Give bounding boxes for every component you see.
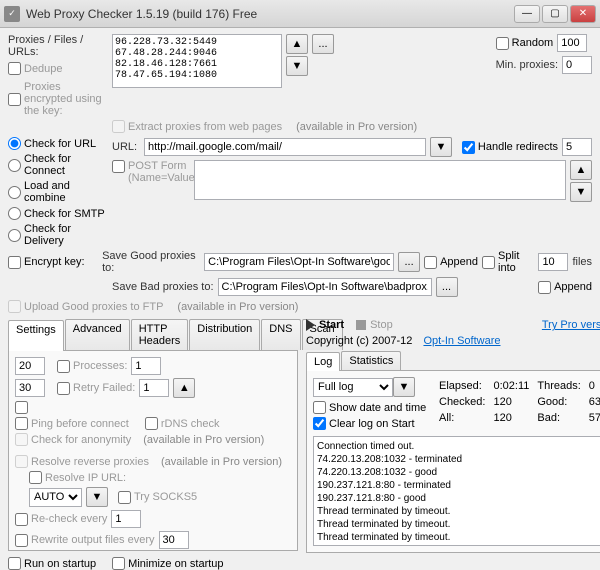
tab-settings[interactable]: Settings bbox=[8, 320, 64, 351]
log-output[interactable]: Connection timed out. 74.220.13.208:1032… bbox=[313, 436, 600, 546]
random-checkbox[interactable] bbox=[496, 37, 509, 50]
app-icon: ✓ bbox=[4, 6, 20, 22]
split-checkbox[interactable] bbox=[482, 256, 495, 269]
retry-up-button[interactable]: ▲ bbox=[173, 378, 195, 398]
url-add-button[interactable]: ▼ bbox=[430, 137, 452, 157]
upload-ftp-checkbox bbox=[8, 300, 21, 313]
bad-path-input[interactable] bbox=[218, 278, 432, 296]
recheck-val[interactable] bbox=[111, 510, 141, 528]
check-url-radio[interactable] bbox=[8, 137, 21, 150]
stop-icon bbox=[356, 320, 366, 330]
processes-checkbox[interactable] bbox=[57, 360, 70, 373]
rewrite-checkbox[interactable] bbox=[15, 534, 28, 547]
run-startup-checkbox[interactable] bbox=[8, 557, 21, 570]
dedupe-checkbox[interactable] bbox=[8, 62, 21, 75]
random-value[interactable] bbox=[557, 34, 587, 52]
minimize-startup-checkbox[interactable] bbox=[112, 557, 125, 570]
bad-browse-button[interactable]: ... bbox=[436, 277, 458, 297]
split-value[interactable] bbox=[538, 253, 568, 271]
load-combine-radio[interactable] bbox=[8, 186, 21, 199]
rdns-checkbox[interactable] bbox=[145, 417, 158, 430]
check-smtp-radio[interactable] bbox=[8, 207, 21, 220]
title-bar: ✓ Web Proxy Checker 1.5.19 (build 176) F… bbox=[0, 0, 600, 28]
settings-tabs: Settings Advanced HTTP Headers Distribut… bbox=[8, 319, 298, 351]
proxy-down-button[interactable]: ▼ bbox=[286, 56, 308, 76]
handle-redirects-checkbox[interactable] bbox=[462, 141, 475, 154]
tab-statistics[interactable]: Statistics bbox=[341, 351, 401, 370]
resolve-ip-checkbox[interactable] bbox=[29, 471, 42, 484]
tab-distribution[interactable]: Distribution bbox=[189, 319, 260, 350]
processes-val[interactable] bbox=[131, 357, 161, 375]
post-form-checkbox[interactable] bbox=[112, 160, 125, 173]
socks5-checkbox[interactable] bbox=[118, 491, 131, 504]
log-filter-down[interactable]: ▼ bbox=[393, 377, 415, 397]
tab-dns[interactable]: DNS bbox=[261, 319, 300, 350]
good-append-checkbox[interactable] bbox=[424, 256, 437, 269]
clear-log-checkbox[interactable] bbox=[313, 417, 326, 430]
tab-advanced[interactable]: Advanced bbox=[65, 319, 130, 350]
stats-table: Elapsed:0:02:11Threads:0 Checked:120Good… bbox=[437, 377, 600, 427]
minimize-button[interactable]: — bbox=[514, 5, 540, 23]
proxy-up-button[interactable]: ▲ bbox=[286, 34, 308, 54]
anon-checkbox bbox=[15, 433, 28, 446]
try-pro-link[interactable]: Try Pro version bbox=[542, 319, 600, 331]
redirects-value[interactable] bbox=[562, 138, 592, 156]
check-delivery-radio[interactable] bbox=[8, 229, 21, 242]
log-filter-select[interactable]: Full log bbox=[313, 378, 393, 397]
proxy-list[interactable]: 96.228.73.32:5449 67.48.28.244:9046 82.1… bbox=[112, 34, 282, 88]
setting-v2[interactable] bbox=[15, 379, 45, 397]
tab-log[interactable]: Log bbox=[306, 352, 340, 371]
url-input[interactable] bbox=[144, 138, 426, 156]
ping-checkbox[interactable] bbox=[15, 417, 28, 430]
encrypt-key-checkbox[interactable] bbox=[8, 256, 21, 269]
rewrite-val[interactable] bbox=[159, 531, 189, 549]
auto-select[interactable]: AUTO bbox=[29, 488, 82, 507]
good-browse-button[interactable]: ... bbox=[398, 252, 420, 272]
auto-down-button[interactable]: ▼ bbox=[86, 487, 108, 507]
resolve-rev-checkbox bbox=[15, 455, 28, 468]
show-date-checkbox[interactable] bbox=[313, 401, 326, 414]
proxies-encrypted-checkbox[interactable] bbox=[8, 93, 21, 106]
proxy-browse-button[interactable]: ... bbox=[312, 34, 334, 54]
min-proxies-value[interactable] bbox=[562, 56, 592, 74]
good-path-input[interactable] bbox=[204, 253, 394, 271]
proxies-label: Proxies / Files / URLs: bbox=[8, 34, 108, 58]
stop-button[interactable]: Stop bbox=[356, 319, 393, 331]
window-title: Web Proxy Checker 1.5.19 (build 176) Fre… bbox=[26, 7, 514, 21]
post-down-button[interactable]: ▼ bbox=[570, 182, 592, 202]
maximize-button[interactable]: ▢ bbox=[542, 5, 568, 23]
extract-proxies-checkbox bbox=[112, 120, 125, 133]
company-link[interactable]: Opt-In Software bbox=[423, 335, 500, 347]
check-connect-radio[interactable] bbox=[8, 159, 21, 172]
post-form-text[interactable] bbox=[194, 160, 566, 200]
tab-http-headers[interactable]: HTTP Headers bbox=[131, 319, 189, 350]
retry-checkbox[interactable] bbox=[57, 382, 70, 395]
blank-checkbox[interactable] bbox=[15, 401, 28, 414]
post-up-button[interactable]: ▲ bbox=[570, 160, 592, 180]
retry-val[interactable] bbox=[139, 379, 169, 397]
start-button[interactable]: Start bbox=[306, 319, 344, 331]
setting-v1[interactable] bbox=[15, 357, 45, 375]
bad-append-checkbox[interactable] bbox=[538, 281, 551, 294]
close-button[interactable]: ✕ bbox=[570, 5, 596, 23]
play-icon bbox=[306, 319, 315, 331]
